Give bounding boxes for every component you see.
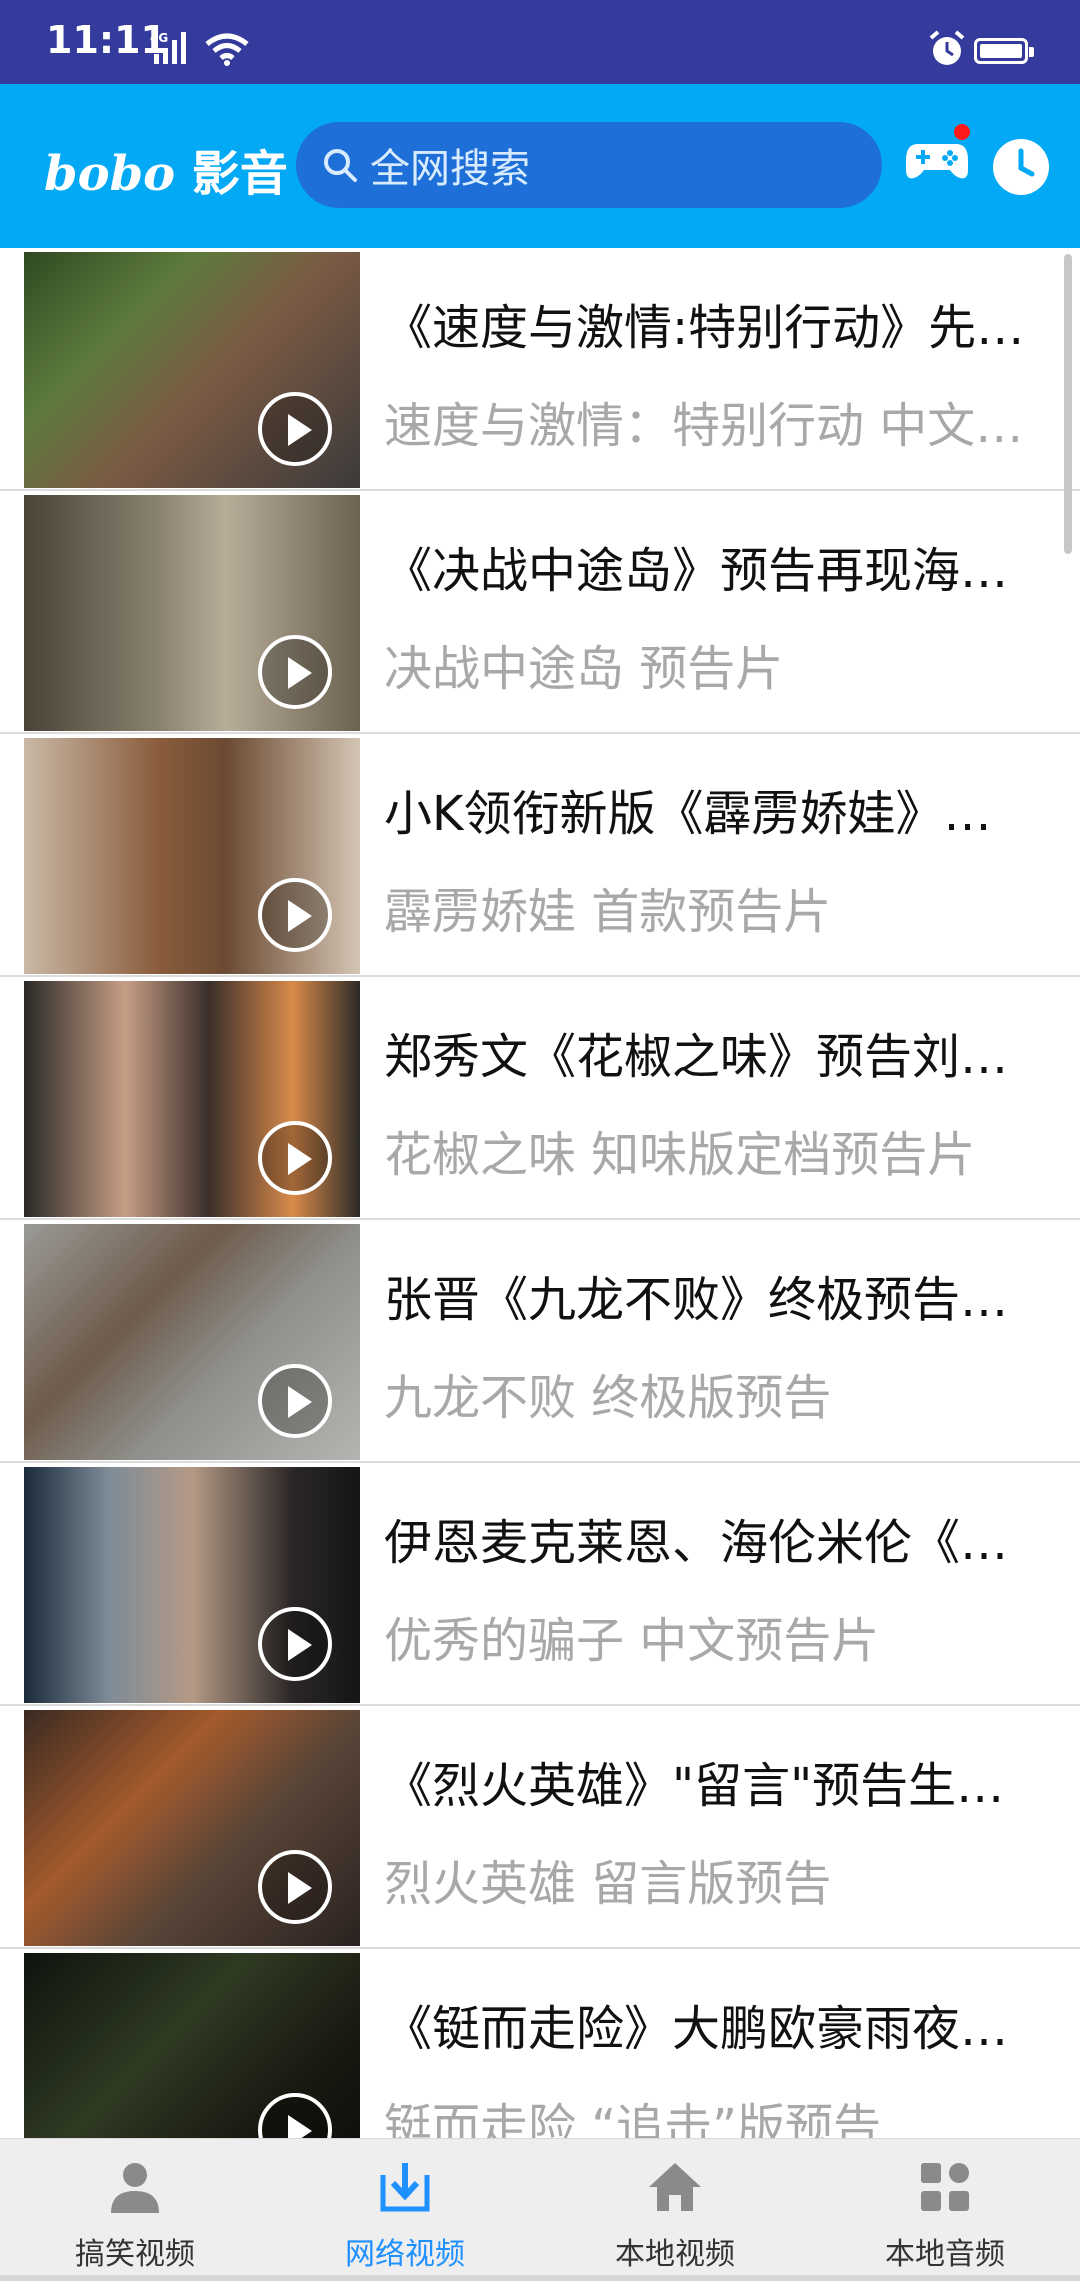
video-subtitle: 优秀的骗子 中文预告片 [384,1613,880,1669]
play-icon[interactable] [258,1850,332,1924]
tab-online-videos[interactable]: 网络视频 [270,2139,540,2281]
notification-dot [954,124,970,140]
home-indicator [0,2275,1080,2281]
video-title: 《烈火英雄》"留言"预告生死之间 [384,1758,1034,1814]
play-icon[interactable] [258,635,332,709]
play-icon[interactable] [258,392,332,466]
app-logo: bobo 影音 [44,134,288,204]
tab-label: 网络视频 [345,2237,465,2272]
tab-local-videos[interactable]: 本地视频 [540,2139,810,2281]
signal-icon: 4G [150,31,186,64]
person-icon [111,2163,159,2213]
video-thumbnail[interactable] [24,1224,360,1460]
video-title: 伊恩麦克莱恩、海伦米伦《优秀的骗子》 [384,1515,1034,1571]
video-subtitle: 九龙不败 终极版预告 [384,1370,832,1426]
brand-cn: 影音 [191,146,288,202]
game-button[interactable] [902,122,972,192]
apps-grid-icon [921,2163,969,2211]
tab-funny-videos[interactable]: 搞笑视频 [0,2139,270,2281]
video-title: 郑秀文《花椒之味》预告刘德华客串 [384,1029,1034,1085]
play-icon[interactable] [258,1607,332,1681]
video-subtitle: 铤而走险 “追击”版预告 [384,2099,881,2138]
video-title: 《决战中途岛》预告再现海空激战 [384,543,1034,599]
video-thumbnail[interactable] [24,1953,360,2138]
video-subtitle: 花椒之味 知味版定档预告片 [384,1127,976,1183]
video-title: 《速度与激情:特别行动》先导预告 [384,300,1034,356]
video-item[interactable]: 《烈火英雄》"留言"预告生死之间 烈火英雄 留言版预告 [0,1706,1080,1949]
svg-text:4G: 4G [150,31,168,45]
video-title: 小K领衔新版《霹雳娇娃》首曝预告 [384,786,1034,842]
play-icon[interactable] [258,1364,332,1438]
video-thumbnail[interactable] [24,981,360,1217]
alarm-icon [929,30,965,65]
tab-label: 本地视频 [615,2237,735,2272]
video-thumbnail[interactable] [24,1467,360,1703]
video-list[interactable]: 《速度与激情:特别行动》先导预告 速度与激情：特别行动 中文预告 《决战中途岛》… [0,248,1080,2138]
play-icon[interactable] [258,2093,332,2138]
bottom-nav: 搞笑视频 网络视频 本地视频 本地音频 [0,2138,1080,2281]
video-item[interactable]: 郑秀文《花椒之味》预告刘德华客串 花椒之味 知味版定档预告片 [0,977,1080,1220]
video-thumbnail[interactable] [24,1710,360,1946]
video-thumbnail[interactable] [24,252,360,488]
video-title: 张晋《九龙不败》终极预告燃爆 [384,1272,1034,1328]
video-item[interactable]: 小K领衔新版《霹雳娇娃》首曝预告 霹雳娇娃 首款预告片 [0,734,1080,977]
video-title: 《铤而走险》大鹏欧豪雨夜追击 [384,2001,1034,2057]
video-item[interactable]: 张晋《九龙不败》终极预告燃爆 九龙不败 终极版预告 [0,1220,1080,1463]
video-item[interactable]: 《铤而走险》大鹏欧豪雨夜追击 铤而走险 “追击”版预告 [0,1949,1080,2138]
play-icon[interactable] [258,1121,332,1195]
search-placeholder: 全网搜索 [370,146,530,192]
status-time: 11:11 [46,18,167,62]
brand-latin: bobo [44,146,176,202]
clock-icon [993,139,1049,195]
history-button[interactable] [992,138,1050,196]
wifi-icon [205,33,249,66]
video-item[interactable]: 《速度与激情:特别行动》先导预告 速度与激情：特别行动 中文预告 [0,248,1080,491]
video-subtitle: 决战中途岛 预告片 [384,641,784,697]
search-input[interactable]: 全网搜索 [296,122,882,208]
status-bar: 11:11 4G [0,0,1080,84]
video-thumbnail[interactable] [24,495,360,731]
video-item[interactable]: 《决战中途岛》预告再现海空激战 决战中途岛 预告片 [0,491,1080,734]
search-icon [324,149,357,182]
video-subtitle: 烈火英雄 留言版预告 [384,1856,832,1912]
play-icon[interactable] [258,878,332,952]
video-subtitle: 霹雳娇娃 首款预告片 [384,884,832,940]
app-bar: bobo 影音 全网搜索 [0,84,1080,248]
list-scrollbar[interactable] [1064,254,1072,554]
battery-icon [974,38,1034,64]
tab-label: 搞笑视频 [75,2237,195,2272]
video-thumbnail[interactable] [24,738,360,974]
video-subtitle: 速度与激情：特别行动 中文预告 [384,398,1064,454]
home-icon [649,2163,701,2211]
download-icon [380,2163,430,2212]
video-item[interactable]: 伊恩麦克莱恩、海伦米伦《优秀的骗子》 优秀的骗子 中文预告片 [0,1463,1080,1706]
tab-local-audio[interactable]: 本地音频 [810,2139,1080,2281]
tab-label: 本地音频 [885,2237,1005,2272]
